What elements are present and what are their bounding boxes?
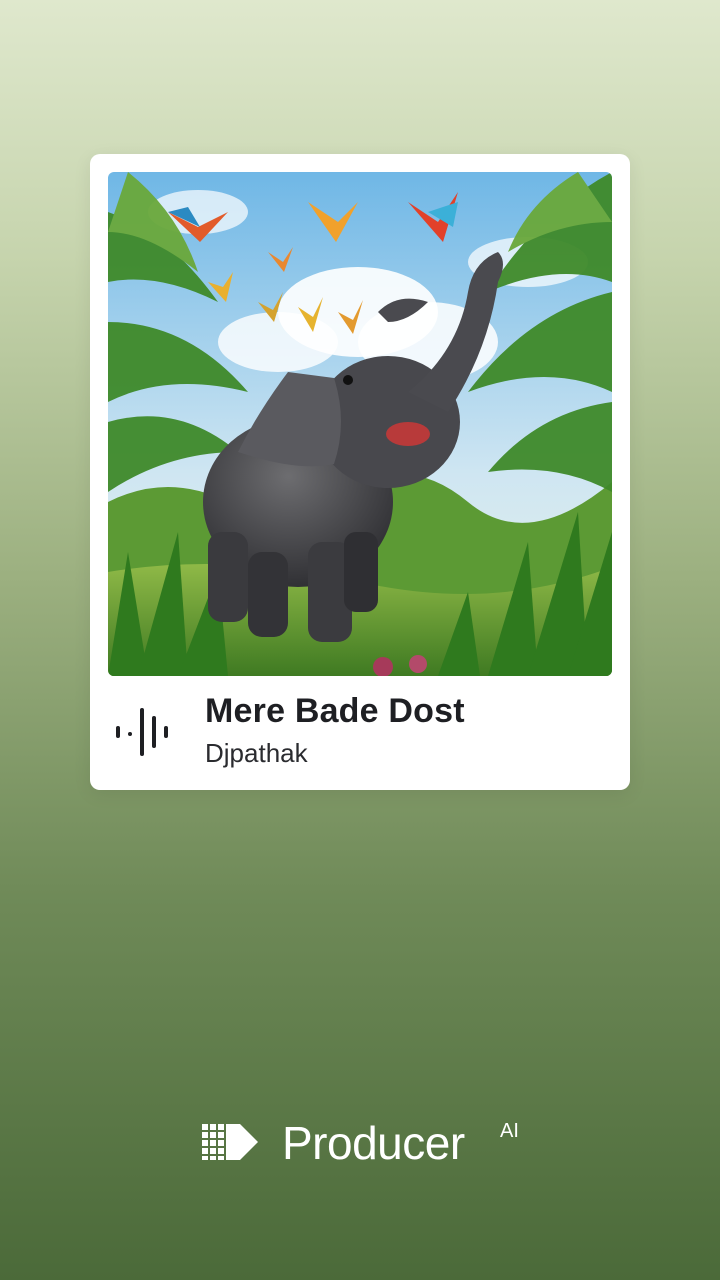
song-meta: Mere Bade Dost Djpathak <box>108 676 612 790</box>
brand-ai-suffix: AI <box>500 1120 519 1142</box>
song-title: Mere Bade Dost <box>205 692 465 730</box>
elephant-with-birds-artwork <box>108 172 612 676</box>
song-card[interactable]: Mere Bade Dost Djpathak <box>90 154 630 790</box>
brand-wordmark: Producer AI <box>202 1116 532 1172</box>
brand-name: Producer <box>282 1117 465 1169</box>
artist-name: Djpathak <box>205 738 308 768</box>
producer-ai-logo-icon <box>202 1124 258 1160</box>
sound-wave-icon <box>116 708 168 756</box>
album-artwork <box>108 172 612 676</box>
